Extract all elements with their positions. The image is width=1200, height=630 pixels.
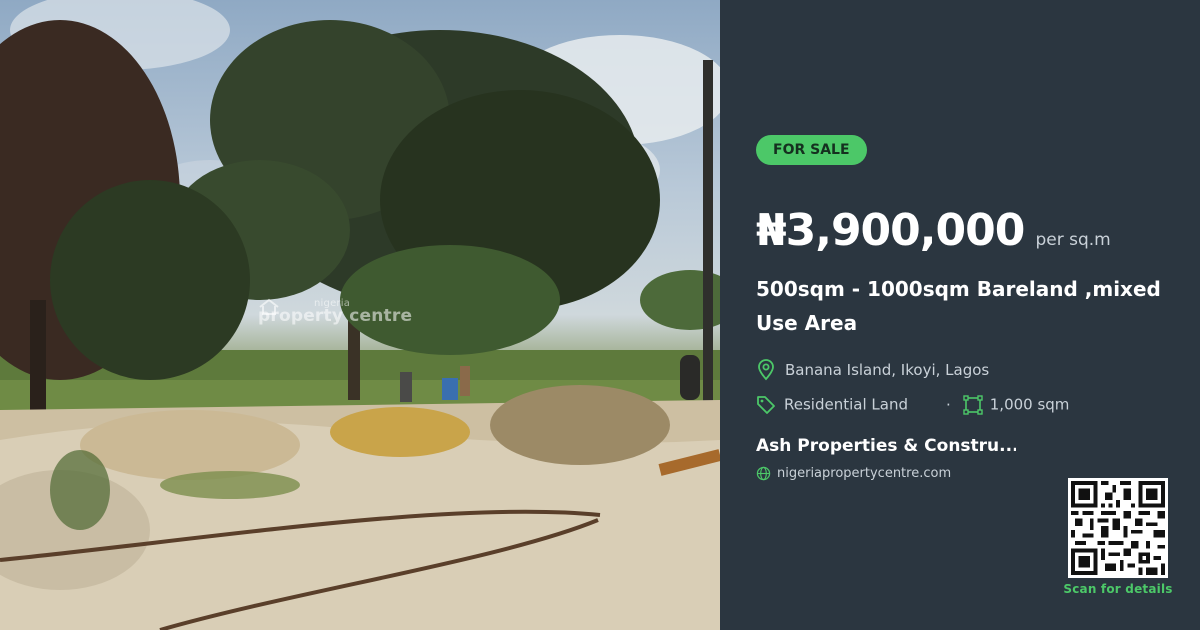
price: ₦3,900,000 bbox=[756, 205, 1025, 256]
house-logo-icon bbox=[259, 298, 279, 315]
property-size-text: 1,000 sqm bbox=[989, 395, 1070, 414]
property-type: Residential Land bbox=[756, 395, 908, 415]
qr-caption: Scan for details bbox=[1063, 582, 1173, 596]
property-size: 1,000 sqm bbox=[963, 395, 1070, 415]
price-row: ₦3,900,000 per sq.m bbox=[756, 205, 1111, 256]
qr-code[interactable] bbox=[1068, 478, 1168, 578]
agent-name[interactable]: Ash Properties & Constru... bbox=[756, 436, 1016, 456]
meta-separator: · bbox=[945, 396, 951, 414]
property-type-text: Residential Land bbox=[784, 395, 908, 414]
location-row: Banana Island, Ikoyi, Lagos bbox=[756, 359, 989, 381]
location-text: Banana Island, Ikoyi, Lagos bbox=[785, 361, 990, 379]
qr-code-icon bbox=[1071, 481, 1165, 575]
for-sale-badge: FOR SALE bbox=[756, 135, 867, 165]
watermark-text: property centre bbox=[258, 306, 413, 326]
map-pin-icon bbox=[758, 359, 774, 381]
property-photo: nigeria property centre bbox=[0, 0, 720, 630]
area-icon bbox=[963, 395, 983, 415]
meta-row: Residential Land · 1,000 sqm bbox=[756, 395, 1069, 415]
website-row[interactable]: nigeriapropertycentre.com bbox=[756, 466, 951, 481]
website-text: nigeriapropertycentre.com bbox=[777, 466, 952, 481]
listing-title: 500sqm - 1000sqm Bareland ,mixed Use Are… bbox=[756, 277, 1161, 335]
globe-icon bbox=[756, 466, 771, 481]
tag-icon bbox=[757, 396, 775, 414]
photo-watermark: nigeria property centre bbox=[258, 298, 412, 326]
listing-panel: FOR SALE ₦3,900,000 per sq.m 500sqm - 10… bbox=[720, 0, 1200, 630]
price-unit: per sq.m bbox=[1035, 230, 1111, 250]
